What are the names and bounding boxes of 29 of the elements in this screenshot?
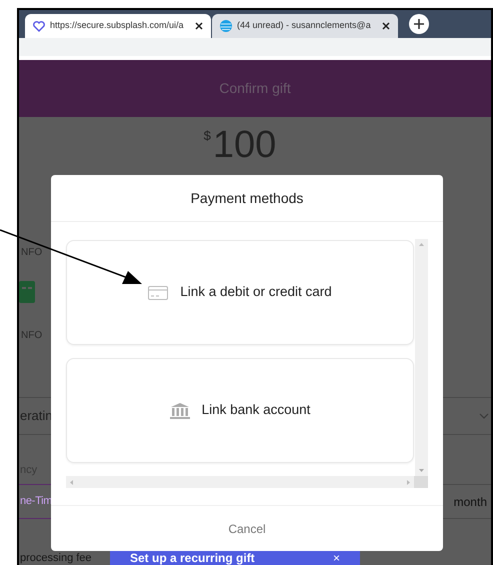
bank-icon [170, 402, 190, 418]
heart-icon [33, 20, 45, 32]
scroll-down-icon[interactable] [419, 469, 424, 472]
close-icon[interactable] [195, 22, 203, 30]
close-icon[interactable]: × [332, 551, 340, 565]
browser-tab[interactable]: (44 unread) - susannclements@a [212, 14, 398, 38]
cancel-button[interactable]: Cancel [224, 520, 270, 538]
scroll-left-icon[interactable] [70, 480, 73, 484]
gift-amount: 100 [212, 125, 276, 165]
tab-title: (44 unread) - susannclements@a [237, 19, 372, 32]
currency-symbol: $ [204, 129, 211, 143]
horizontal-scrollbar[interactable] [66, 476, 414, 488]
tab-title: https://secure.subsplash.com/ui/a [50, 19, 185, 32]
scrollbar-corner [414, 476, 428, 488]
credit-card-icon [148, 286, 168, 300]
close-icon[interactable] [382, 22, 390, 30]
payment-option[interactable]: Link bank account [66, 358, 414, 463]
payment-option[interactable]: Link a debit or credit card [66, 240, 414, 345]
globe-icon [220, 20, 232, 32]
fee-label: processing fee [20, 552, 92, 564]
chevron-down-icon [479, 413, 489, 419]
header-title: Confirm gift [219, 79, 291, 98]
browser-tab[interactable]: https://secure.subsplash.com/ui/a [25, 14, 211, 38]
scroll-right-icon[interactable] [407, 480, 410, 484]
scroll-up-icon[interactable] [419, 243, 424, 246]
recurring-gift-banner[interactable]: Set up a recurring gift × [110, 551, 360, 565]
vertical-scrollbar[interactable] [415, 239, 428, 476]
new-tab-icon[interactable] [409, 14, 429, 34]
dialog-title: Payment methods [190, 188, 304, 208]
